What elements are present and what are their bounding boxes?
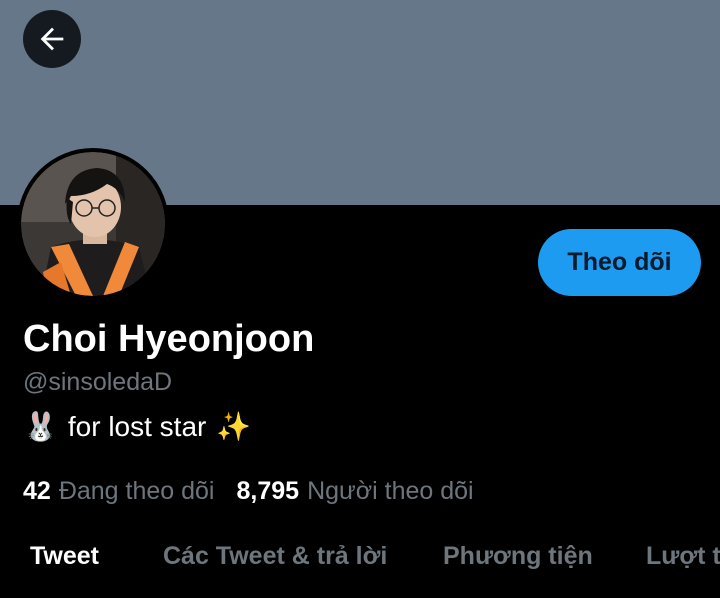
arrow-left-icon — [40, 27, 64, 51]
tab-tweets-replies[interactable]: Các Tweet & trả lời — [163, 542, 387, 571]
bio-text: for lost star — [67, 410, 207, 442]
back-button[interactable] — [23, 10, 81, 68]
followers-stat[interactable]: 8,795 Người theo dõi — [237, 477, 474, 506]
tab-media[interactable]: Phương tiện — [443, 542, 593, 571]
profile-handle: @sinsoledaD — [23, 368, 173, 396]
following-stat[interactable]: 42 Đang theo dõi — [23, 477, 215, 506]
profile-tabs: Tweet Các Tweet & trả lời Phương tiện Lư… — [0, 528, 720, 598]
follow-button[interactable]: Theo dõi — [538, 229, 701, 296]
following-count: 42 — [23, 477, 51, 505]
tab-tweets[interactable]: Tweet — [30, 542, 99, 571]
avatar-photo — [21, 152, 165, 296]
followers-label: Người theo dõi — [307, 477, 474, 505]
avatar[interactable] — [17, 148, 169, 300]
tab-likes[interactable]: Lượt thích — [646, 542, 720, 571]
display-name: Choi Hyeonjoon — [23, 318, 315, 360]
sparkles-emoji: ✨ — [216, 410, 252, 443]
profile-page: Theo dõi Choi Hyeonjoon @sinsoledaD 🐰 fo… — [0, 0, 720, 598]
followers-count: 8,795 — [236, 477, 300, 505]
profile-stats: 42 Đang theo dõi 8,795 Người theo dõi — [23, 477, 474, 506]
following-label: Đang theo dõi — [58, 477, 215, 505]
rabbit-emoji: 🐰 — [23, 410, 58, 443]
profile-bio: 🐰 for lost star ✨ — [23, 410, 251, 443]
